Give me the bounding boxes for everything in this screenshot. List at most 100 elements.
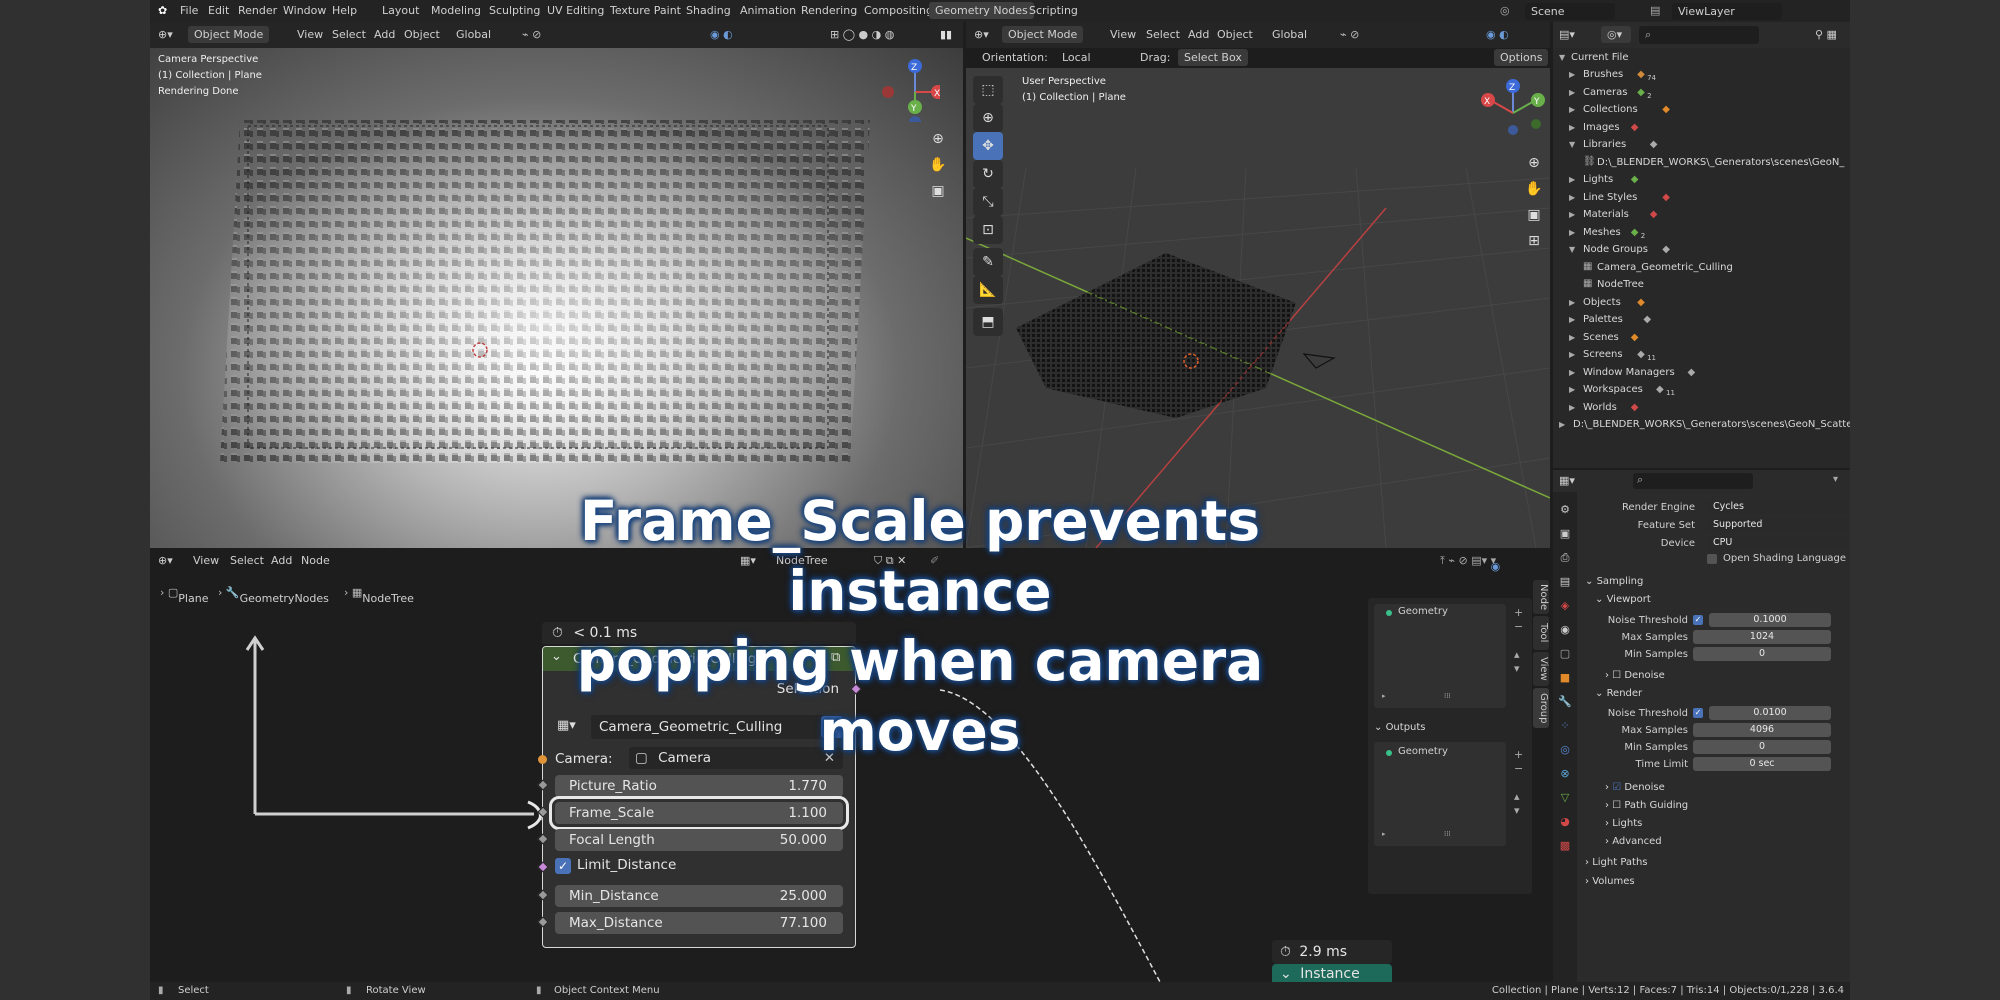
navigation-gizmo[interactable]: Z Y X xyxy=(870,52,940,122)
editor-type-icon[interactable]: ⊕▾ xyxy=(974,28,989,41)
focal-length-field[interactable]: Focal Length 50.000 xyxy=(555,829,843,851)
tab-rendering[interactable]: Rendering xyxy=(801,4,857,17)
expand-closed-icon[interactable]: ▶ xyxy=(1569,315,1575,324)
snap-icon[interactable]: ⌁ ⊘ xyxy=(1340,28,1359,41)
limit-distance-checkbox[interactable]: ✓ xyxy=(555,858,571,874)
expand-closed-icon[interactable]: ▶ xyxy=(1569,385,1575,394)
tab-layout[interactable]: Layout xyxy=(382,4,419,17)
scale-tool-icon[interactable]: ⤡ xyxy=(973,188,1003,216)
expand-closed-icon[interactable]: ▶ xyxy=(1569,333,1575,342)
render-engine-dropdown[interactable]: Cycles xyxy=(1707,500,1847,514)
tab-group[interactable]: Group xyxy=(1533,688,1549,728)
path-guiding-subpanel[interactable]: › ☐ Path Guiding xyxy=(1605,800,1688,811)
vp-denoise-subpanel[interactable]: › ☐ Denoise xyxy=(1605,670,1665,681)
menu-edit[interactable]: Edit xyxy=(208,4,229,17)
r-min-field[interactable]: 0 xyxy=(1693,740,1831,754)
r-denoise-subpanel[interactable]: › ☑ Denoise xyxy=(1605,782,1665,793)
overlay-icon[interactable]: ◉ ◐ xyxy=(710,28,733,41)
menu-select[interactable]: Select xyxy=(332,28,366,41)
sampling-panel-header[interactable]: ⌄ Sampling xyxy=(1585,576,1643,587)
measure-tool-icon[interactable]: 📐 xyxy=(973,276,1003,304)
shading-icons[interactable]: ⊞ ◯ ● ◑ ◍ xyxy=(830,28,894,41)
blender-logo-icon[interactable]: ✿ xyxy=(158,4,167,17)
expand-closed-icon[interactable]: ▶ xyxy=(1569,350,1575,359)
transform-dropdown[interactable]: Global xyxy=(456,28,491,41)
expand-open-icon[interactable]: ▼ xyxy=(1569,140,1575,149)
expand-closed-icon[interactable]: ▶ xyxy=(1569,123,1575,132)
inputs-list-controls[interactable]: + − ▴ ▾ xyxy=(1514,606,1523,676)
advanced-subpanel[interactable]: › Advanced xyxy=(1605,836,1662,847)
filter-icon[interactable]: ⚲ ▦ xyxy=(1815,28,1837,41)
pause-icon[interactable]: ▮▮ xyxy=(940,28,952,41)
expand-closed-icon[interactable]: ▶ xyxy=(1569,70,1575,79)
pan-hand-icon[interactable]: ✋ xyxy=(927,154,949,176)
tab-sculpting[interactable]: Sculpting xyxy=(489,4,540,17)
texture-tab-icon[interactable]: ▩ xyxy=(1557,838,1573,854)
r-noise-field[interactable]: 0.0100 xyxy=(1709,706,1831,720)
annotate-tool-icon[interactable]: ✎ xyxy=(973,248,1003,276)
render-subpanel-header[interactable]: ⌄ Render xyxy=(1595,688,1642,699)
object-tab-icon[interactable]: ■ xyxy=(1557,670,1573,686)
expand-closed-icon[interactable]: ▶ xyxy=(1569,298,1575,307)
instance-node-header[interactable]: ⌄ Instance xyxy=(1272,964,1392,982)
expand-closed-icon[interactable]: ▶ xyxy=(1569,105,1575,114)
lights-subpanel[interactable]: › Lights xyxy=(1605,818,1642,829)
outliner-type-icon[interactable]: ▤▾ xyxy=(1559,28,1575,41)
render-tab-icon[interactable]: ▣ xyxy=(1557,526,1573,542)
vp-min-field[interactable]: 0 xyxy=(1693,647,1831,661)
data-tab-icon[interactable]: ▽ xyxy=(1557,790,1573,806)
material-tab-icon[interactable]: ◕ xyxy=(1557,814,1573,830)
light-paths-panel[interactable]: › Light Paths xyxy=(1585,857,1648,868)
outputs-list[interactable]: Geometry ▸ ⁞⁞⁞ xyxy=(1374,742,1506,846)
mode-dropdown[interactable]: Object Mode xyxy=(1002,26,1084,43)
tab-modeling[interactable]: Modeling xyxy=(431,4,481,17)
outputs-panel-header[interactable]: ⌄ Outputs xyxy=(1374,722,1426,733)
display-mode-icon[interactable]: ◎▾ xyxy=(1601,26,1631,43)
orientation-dropdown[interactable]: Local xyxy=(1062,51,1091,64)
scene-field[interactable]: Scene xyxy=(1525,3,1615,20)
particles-tab-icon[interactable]: ⁘ xyxy=(1557,718,1573,734)
tab-animation[interactable]: Animation xyxy=(740,4,796,17)
view-layer-field[interactable]: ViewLayer xyxy=(1672,3,1782,20)
editor-type-icon[interactable]: ⊕▾ xyxy=(158,28,173,41)
tool-tab-icon[interactable]: ⚙ xyxy=(1557,502,1573,518)
expand-closed-icon[interactable]: ▶ xyxy=(1569,210,1575,219)
r-max-field[interactable]: 4096 xyxy=(1693,723,1831,737)
device-dropdown[interactable]: CPU xyxy=(1707,536,1847,550)
camera-icon[interactable]: ▣ xyxy=(927,180,949,202)
zoom-icon[interactable]: ⊕ xyxy=(927,128,949,150)
move-tool-icon[interactable]: ✥ xyxy=(973,132,1003,160)
r-noise-checkbox[interactable]: ✓ xyxy=(1693,708,1703,718)
volumes-panel[interactable]: › Volumes xyxy=(1585,876,1635,887)
menu-view[interactable]: View xyxy=(1110,28,1136,41)
menu-render[interactable]: Render xyxy=(238,4,277,17)
tab-scripting[interactable]: Scripting xyxy=(1029,4,1078,17)
outliner-search-icon[interactable]: ⌕ xyxy=(1639,26,1759,44)
vp-noise-checkbox[interactable]: ✓ xyxy=(1693,615,1703,625)
expand-closed-icon[interactable]: ▶ xyxy=(1569,88,1575,97)
output-tab-icon[interactable]: ⎙ xyxy=(1557,550,1573,566)
expand-closed-icon[interactable]: ▶ xyxy=(1569,175,1575,184)
constraints-tab-icon[interactable]: ⊗ xyxy=(1557,766,1573,782)
drag-dropdown[interactable]: Select Box xyxy=(1178,49,1248,66)
menu-help[interactable]: Help xyxy=(332,4,357,17)
expand-closed-icon[interactable]: ▶ xyxy=(1569,368,1575,377)
osl-checkbox[interactable] xyxy=(1707,554,1717,564)
vp-max-field[interactable]: 1024 xyxy=(1693,630,1831,644)
mode-dropdown[interactable]: Object Mode xyxy=(188,26,270,43)
tab-tool[interactable]: Tool xyxy=(1533,616,1549,650)
properties-search-icon[interactable]: ⌕ xyxy=(1633,473,1753,489)
transform-tool-icon[interactable]: ⊡ xyxy=(973,216,1003,244)
modifier-tab-icon[interactable]: 🔧 xyxy=(1557,694,1573,710)
max-distance-field[interactable]: Max_Distance 77.100 xyxy=(555,912,843,934)
vp-noise-field[interactable]: 0.1000 xyxy=(1709,613,1831,627)
expand-closed-icon[interactable]: ▶ xyxy=(1559,420,1565,429)
expand-open-icon[interactable]: ▼ xyxy=(1569,245,1575,254)
collection-tab-icon[interactable]: ▢ xyxy=(1557,646,1573,662)
tab-node[interactable]: Node xyxy=(1533,580,1549,614)
inputs-list[interactable]: Geometry ▸ ⁞⁞⁞ xyxy=(1374,604,1506,708)
pan-hand-icon[interactable]: ✋ xyxy=(1523,178,1545,200)
rotate-tool-icon[interactable]: ↻ xyxy=(973,160,1003,188)
tab-texture-paint[interactable]: Texture Paint xyxy=(610,4,681,17)
navigation-gizmo[interactable]: Z X Y xyxy=(1478,78,1548,148)
